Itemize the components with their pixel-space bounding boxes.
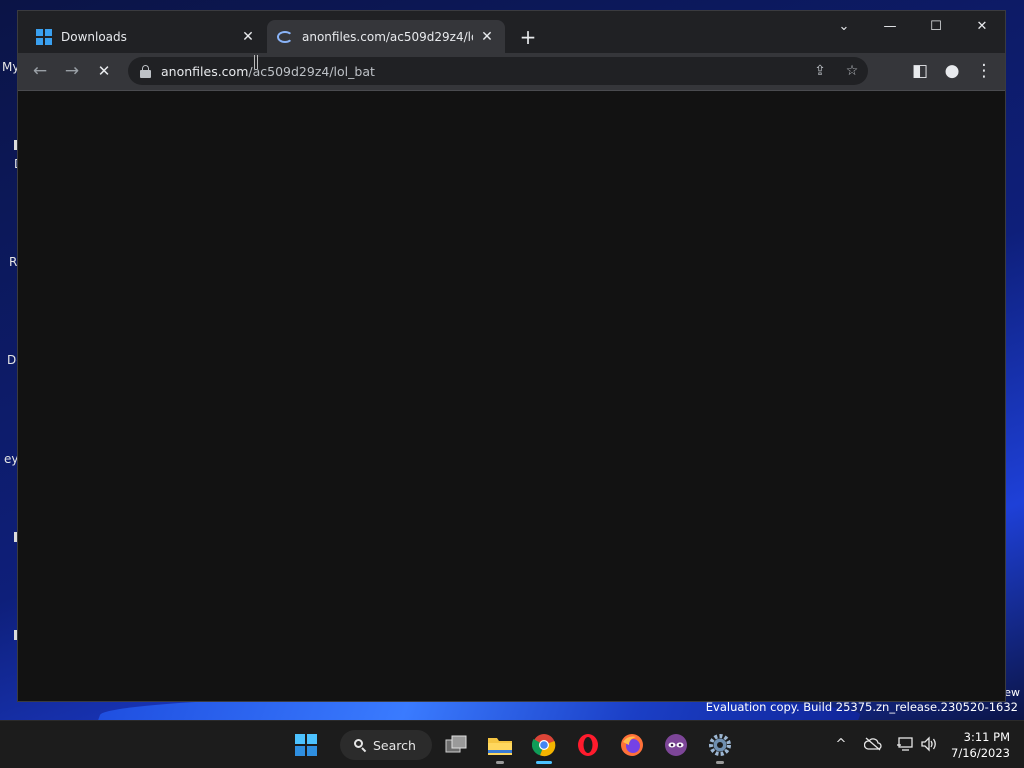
windows-logo-icon xyxy=(36,28,52,45)
clock-time: 3:11 PM xyxy=(963,730,1010,744)
new-tab-button[interactable]: + xyxy=(516,25,540,49)
bookmark-star-icon[interactable]: ☆ xyxy=(836,57,868,85)
task-view-icon[interactable] xyxy=(440,729,472,761)
url-path: /ac509d29z4/lol_bat xyxy=(248,63,375,79)
url-text[interactable]: anonfiles.com/ac509d29z4/lol_bat xyxy=(161,64,375,79)
onedrive-offline-icon[interactable] xyxy=(862,733,884,755)
show-hidden-icons-chevron-icon[interactable]: ^ xyxy=(830,733,852,755)
stop-loading-button[interactable]: ✕ xyxy=(90,57,118,85)
text-cursor-icon xyxy=(254,55,258,69)
minimize-button[interactable]: — xyxy=(867,11,913,41)
clock-date: 7/16/2023 xyxy=(951,746,1010,760)
page-content[interactable] xyxy=(18,91,1005,701)
opera-icon[interactable] xyxy=(572,729,604,761)
system-clock[interactable]: 3:11 PM 7/16/2023 xyxy=(951,729,1010,761)
tab-anonfiles[interactable]: anonfiles.com/ac509d29z4/lol_bat ✕ xyxy=(267,20,505,53)
address-bar[interactable]: anonfiles.com/ac509d29z4/lol_bat ⇪ ☆ xyxy=(128,57,868,85)
close-icon[interactable]: ✕ xyxy=(479,29,495,45)
browser-toolbar: ← → ✕ anonfiles.com/ac509d29z4/lol_bat ⇪… xyxy=(18,53,1005,91)
evaluation-watermark: Evaluation copy. Build 25375.zn_release.… xyxy=(705,700,1018,714)
active-indicator xyxy=(536,761,552,764)
taskbar-search[interactable]: Search xyxy=(340,730,432,760)
running-indicator xyxy=(496,761,504,764)
side-panel-icon[interactable]: ◧ xyxy=(906,57,934,85)
tab-title: anonfiles.com/ac509d29z4/lol_bat xyxy=(302,29,473,44)
chrome-icon[interactable] xyxy=(528,729,560,764)
browser-window: Downloads ✕ anonfiles.com/ac509d29z4/lol… xyxy=(17,10,1006,702)
network-icon[interactable] xyxy=(894,733,916,755)
maximize-button[interactable]: ☐ xyxy=(913,11,959,41)
tab-title: Downloads xyxy=(61,29,127,44)
file-explorer-icon[interactable] xyxy=(484,729,516,764)
running-indicator xyxy=(716,761,724,764)
search-icon xyxy=(354,738,367,752)
loading-spinner-icon xyxy=(277,30,293,43)
tab-strip: Downloads ✕ anonfiles.com/ac509d29z4/lol… xyxy=(18,11,1005,53)
omnibox-actions: ⇪ ☆ xyxy=(804,57,868,85)
forward-button[interactable]: → xyxy=(58,57,86,85)
start-icon[interactable] xyxy=(290,729,322,761)
taskbar: Search ^ 3:11 PM 7/16/2023 xyxy=(0,720,1024,768)
search-label: Search xyxy=(373,737,416,753)
settings-icon[interactable] xyxy=(704,729,736,764)
close-window-button[interactable]: ✕ xyxy=(959,11,1005,41)
menu-icon[interactable]: ⋮ xyxy=(970,57,998,85)
tab-search-button[interactable]: ⌄ xyxy=(821,11,867,41)
url-host: anonfiles.com xyxy=(161,63,249,79)
back-button[interactable]: ← xyxy=(26,57,54,85)
profile-icon[interactable]: ● xyxy=(938,57,966,85)
desktop-text-fragment: ew xyxy=(1004,686,1020,699)
lock-icon[interactable] xyxy=(140,64,151,78)
volume-icon[interactable] xyxy=(918,733,940,755)
share-icon[interactable]: ⇪ xyxy=(804,57,836,85)
firefox-icon[interactable] xyxy=(616,729,648,761)
tab-downloads[interactable]: Downloads ✕ xyxy=(26,20,266,53)
window-controls: ⌄ — ☐ ✕ xyxy=(821,11,1005,41)
tor-icon[interactable] xyxy=(660,729,692,761)
close-icon[interactable]: ✕ xyxy=(240,29,256,45)
